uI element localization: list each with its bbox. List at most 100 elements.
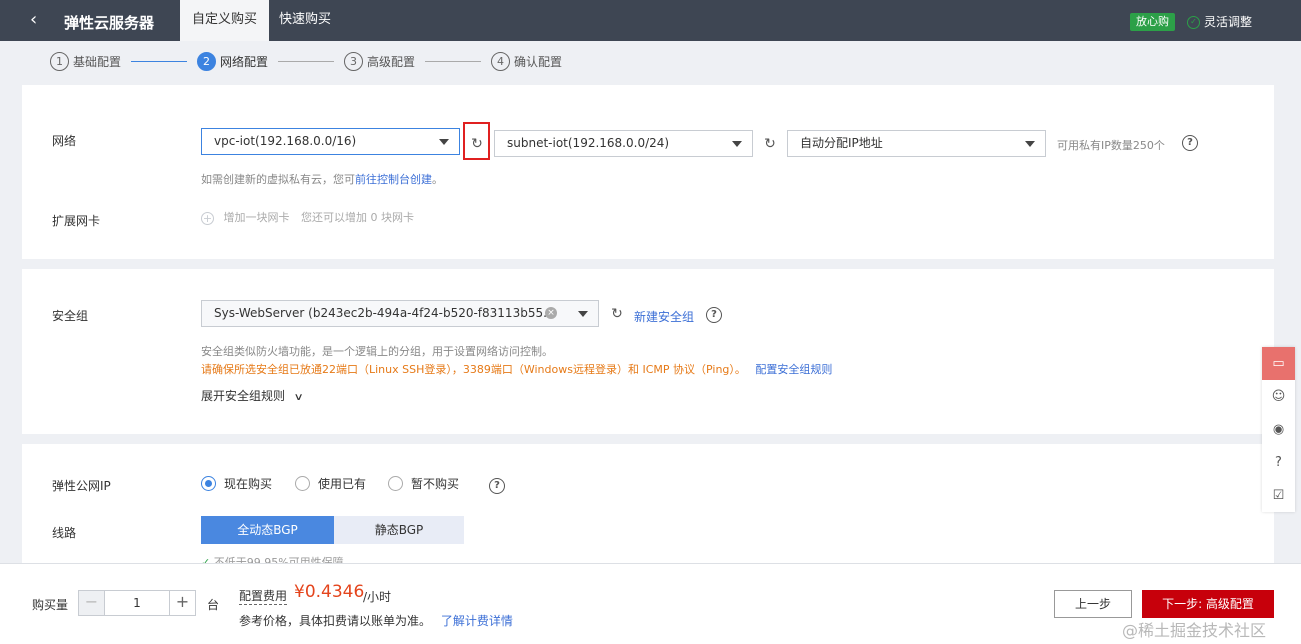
quantity-input[interactable] xyxy=(105,591,169,615)
chevron-down-icon: ∨ xyxy=(293,392,304,403)
clear-icon[interactable]: × xyxy=(545,307,557,319)
tab-custom-purchase[interactable]: 自定义购买 xyxy=(180,0,269,41)
step-advanced[interactable]: 3 高级配置 xyxy=(344,52,415,71)
refresh-vpc-icon[interactable]: ↻ xyxy=(468,135,486,153)
quantity-unit: 台 xyxy=(207,598,220,612)
minus-icon[interactable]: − xyxy=(79,591,105,615)
radio-use-existing[interactable]: 使用已有 xyxy=(295,475,366,492)
smile-icon[interactable]: ☺ xyxy=(1262,380,1295,413)
price-value: ¥0.4346 xyxy=(294,582,365,602)
step-number: 3 xyxy=(344,52,364,71)
watermark: @稀土掘金技术社区 xyxy=(1122,621,1267,640)
radio-dot xyxy=(201,476,216,491)
subnet-select[interactable]: subnet-iot(192.168.0.0/24) xyxy=(494,130,753,157)
security-label: 安全组 xyxy=(52,309,89,323)
check-circle-icon: ✓ xyxy=(1187,15,1200,29)
next-step-button[interactable]: 下一步: 高级配置 xyxy=(1142,590,1274,618)
security-warning: 请确保所选安全组已放通22端口（Linux SSH登录），3389端口（Wind… xyxy=(201,361,832,377)
quantity-stepper[interactable]: − + xyxy=(78,590,196,616)
line-dynamic-bgp[interactable]: 全动态BGP xyxy=(201,516,334,544)
price-reference-text: 参考价格，具体扣费请以账单为准。 xyxy=(239,614,432,628)
network-label: 网络 xyxy=(52,134,77,148)
step-label: 基础配置 xyxy=(73,55,122,69)
new-security-group-link[interactable]: 新建安全组 xyxy=(634,308,694,325)
eye-icon[interactable]: ◉ xyxy=(1262,413,1295,446)
trust-badge: 放心购 xyxy=(1130,13,1175,31)
step-confirm[interactable]: 4 确认配置 xyxy=(491,52,562,71)
chevron-down-icon xyxy=(439,139,449,145)
quantity-label: 购买量 xyxy=(32,598,69,612)
chat-icon[interactable]: ▭ xyxy=(1262,347,1295,380)
security-warning-text: 请确保所选安全组已放通22端口（Linux SSH登录），3389端口（Wind… xyxy=(201,363,746,376)
tab-quick-purchase[interactable]: 快速购买 xyxy=(279,0,331,41)
refresh-security-icon[interactable]: ↻ xyxy=(608,305,626,323)
nic-label: 扩展网卡 xyxy=(52,214,101,228)
expand-rules-label: 展开安全组规则 xyxy=(201,389,286,403)
fee-label[interactable]: 配置费用 xyxy=(239,587,288,605)
flex-adjust-label: 灵活调整 xyxy=(1204,15,1253,29)
help-icon[interactable]: ? xyxy=(489,478,505,494)
vpc-hint-text: 如需创建新的虚拟私有云，您可 xyxy=(201,173,355,186)
eip-card: 弹性公网IP 现在购买 使用已有 暂不购买 ? 线路 全动态BGP 静态BGP … xyxy=(22,444,1274,564)
vpc-hint-suffix: 。 xyxy=(432,173,443,186)
prev-step-button[interactable]: 上一步 xyxy=(1054,590,1132,618)
step-basic[interactable]: 1 基础配置 xyxy=(50,52,121,71)
step-divider xyxy=(278,61,335,62)
step-number: 4 xyxy=(491,52,511,71)
help-circle-icon[interactable]: ? xyxy=(1262,446,1295,479)
ip-value: 自动分配IP地址 xyxy=(800,136,883,150)
help-icon[interactable]: ? xyxy=(1182,135,1198,151)
radio-dot xyxy=(295,476,310,491)
step-label: 高级配置 xyxy=(367,55,416,69)
step-number: 2 xyxy=(197,52,217,71)
flex-adjust-link[interactable]: ✓ 灵活调整 xyxy=(1187,13,1252,31)
ip-count: 可用私有IP数量250个 xyxy=(1057,139,1165,152)
vpc-value: vpc-iot(192.168.0.0/16) xyxy=(214,134,357,148)
line-label: 线路 xyxy=(52,526,77,540)
chevron-down-icon xyxy=(578,311,588,317)
expand-rules-toggle[interactable]: 展开安全组规则 ∨ xyxy=(201,387,304,404)
radio-buy-now[interactable]: 现在购买 xyxy=(201,475,272,492)
floating-toolbar: ▭ ☺ ◉ ? ☑ xyxy=(1262,347,1295,512)
security-desc: 安全组类似防火墙功能，是一个逻辑上的分组，用于设置网络访问控制。 xyxy=(201,345,553,358)
ip-select[interactable]: 自动分配IP地址 xyxy=(787,130,1046,157)
radio-label: 现在购买 xyxy=(224,477,273,491)
app-title: 弹性云服务器 xyxy=(64,14,155,32)
back-icon[interactable]: ‹ xyxy=(30,10,44,30)
add-nic-row: + 增加一块网卡 您还可以增加 0 块网卡 xyxy=(201,209,414,225)
step-number: 1 xyxy=(50,52,69,71)
subnet-value: subnet-iot(192.168.0.0/24) xyxy=(507,136,670,150)
plus-icon[interactable]: + xyxy=(169,591,195,615)
network-card: 网络 vpc-iot(192.168.0.0/16) ↻ subnet-iot(… xyxy=(22,85,1274,259)
add-nic-button[interactable]: 增加一块网卡 xyxy=(224,211,290,224)
security-group-select[interactable]: Sys-WebServer (b243ec2b-494a-4f24-b520-f… xyxy=(201,300,599,327)
step-indicator: 1 基础配置 2 网络配置 3 高级配置 4 确认配置 xyxy=(50,52,562,71)
top-bar: ‹ 弹性云服务器 自定义购买 快速购买 放心购 ✓ 灵活调整 xyxy=(0,0,1301,41)
configure-rules-link[interactable]: 配置安全组规则 xyxy=(755,363,832,376)
footer-bar: 购买量 − + 台 配置费用 ¥0.4346 /小时 参考价格，具体扣费请以账单… xyxy=(0,563,1301,644)
step-divider xyxy=(131,61,188,62)
security-group-value: Sys-WebServer (b243ec2b-494a-4f24-b520-f… xyxy=(214,306,555,320)
create-vpc-link[interactable]: 前往控制台创建 xyxy=(355,173,432,186)
nic-note: 您还可以增加 0 块网卡 xyxy=(301,211,414,224)
step-label: 确认配置 xyxy=(514,55,563,69)
add-circle-icon[interactable]: + xyxy=(201,211,214,225)
line-static-bgp[interactable]: 静态BGP xyxy=(334,516,464,544)
radio-dot xyxy=(388,476,403,491)
chevron-down-icon xyxy=(732,141,742,147)
radio-label: 暂不购买 xyxy=(411,477,460,491)
step-divider xyxy=(425,61,482,62)
step-label: 网络配置 xyxy=(220,55,269,69)
refresh-subnet-icon[interactable]: ↻ xyxy=(761,135,779,153)
chevron-down-icon xyxy=(1025,141,1035,147)
checklist-icon[interactable]: ☑ xyxy=(1262,479,1295,512)
price-reference: 参考价格，具体扣费请以账单为准。 了解计费详情 xyxy=(239,612,513,629)
radio-label: 使用已有 xyxy=(318,477,367,491)
step-network[interactable]: 2 网络配置 xyxy=(197,52,268,71)
billing-detail-link[interactable]: 了解计费详情 xyxy=(441,614,513,628)
radio-not-buy[interactable]: 暂不购买 xyxy=(388,475,459,492)
help-icon[interactable]: ? xyxy=(706,307,722,323)
vpc-hint: 如需创建新的虚拟私有云，您可前往控制台创建。 xyxy=(201,171,443,187)
security-card: 安全组 Sys-WebServer (b243ec2b-494a-4f24-b5… xyxy=(22,269,1274,434)
vpc-select[interactable]: vpc-iot(192.168.0.0/16) xyxy=(201,128,460,155)
